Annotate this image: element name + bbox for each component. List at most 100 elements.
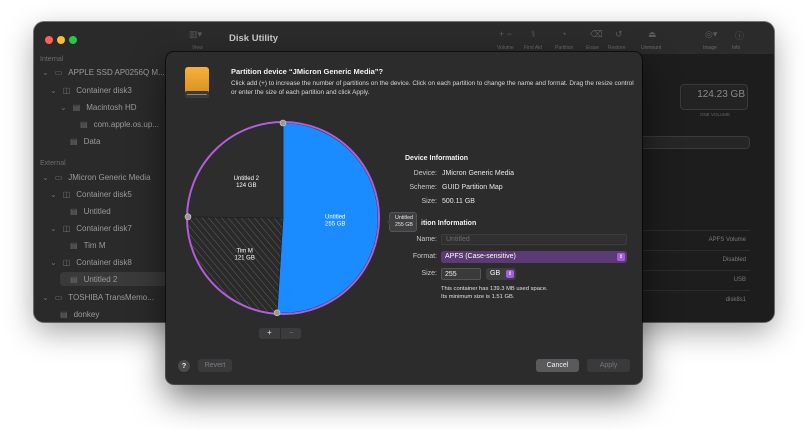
resize-handle[interactable] — [184, 213, 192, 221]
info-value: disk8s1 — [725, 297, 746, 303]
sidebar-item-donkey[interactable]: ▤ donkey — [60, 310, 99, 319]
format-select[interactable]: APFS (Case-sensitive) ⇕ — [441, 251, 627, 263]
sidebar-item-container-disk7[interactable]: ⌄ ◫ Container disk7 — [50, 224, 132, 233]
capacity-value: 124.23 GB — [697, 89, 745, 100]
add-partition-button[interactable]: + — [259, 328, 280, 339]
info-value: APFS Volume — [708, 237, 746, 243]
pie-slice-size: 255 GB — [325, 222, 345, 228]
sidebar-item-macintosh-hd[interactable]: ⌄ ▤ Macintosh HD — [60, 103, 137, 112]
partition-info-header: ition Information — [421, 220, 477, 227]
sidebar-item-apple-ssd[interactable]: ⌄ ▭ APPLE SSD AP0256Q M... — [42, 68, 165, 77]
pie-slice-size: 121 GB — [235, 256, 255, 262]
chevron-down-icon: ⌄ — [50, 258, 57, 267]
sidebar-item-container-disk8[interactable]: ⌄ ◫ Container disk8 — [50, 258, 132, 267]
resize-handle[interactable] — [279, 119, 287, 127]
zoom-window-button[interactable] — [69, 36, 77, 44]
image-icon[interactable]: ◎▾ — [705, 29, 717, 40]
chevron-updown-icon: ⇕ — [617, 253, 625, 261]
pie-slice-size: 124 GB — [236, 183, 256, 189]
note-line: This container has 139.3 MB used space. — [441, 286, 548, 292]
restore-icon[interactable]: ↺ — [615, 29, 623, 40]
sidebar-section-external: External — [40, 160, 66, 167]
chevron-updown-icon: ⇕ — [506, 270, 514, 278]
remove-partition-button[interactable]: − — [280, 328, 302, 339]
add-remove-control: + − — [259, 328, 301, 339]
erase-icon[interactable]: ⌫ — [590, 29, 603, 40]
cancel-button[interactable]: Cancel — [536, 359, 579, 372]
container-usage-note: This container has 139.3 MB used space. … — [441, 285, 548, 301]
volume-icon: ▤ — [70, 241, 78, 250]
chevron-down-icon: ⌄ — [50, 190, 57, 199]
sheet-description: Click add (+) to increase the number of … — [231, 80, 634, 96]
size-key: Size: — [421, 270, 437, 277]
pie-chart-svg[interactable]: Untitled255 GB Tim M121 GB Untitled 2124 G… — [184, 119, 382, 317]
sidebar-section-internal: Internal — [40, 56, 64, 63]
volume-icon: ▤ — [70, 275, 78, 284]
sidebar-item-container-disk3[interactable]: ⌄ ◫ Container disk3 — [50, 86, 132, 95]
toolbar-restore[interactable]: Restore — [608, 45, 626, 51]
sidebar-item-untitled-2[interactable]: ▤ Untitled 2 — [60, 272, 168, 286]
format-key: Format: — [412, 253, 437, 260]
resize-handle[interactable] — [273, 309, 281, 317]
volume-add-remove-icon[interactable]: + − — [499, 29, 512, 39]
pie-slice-untitled-2[interactable] — [187, 122, 284, 219]
name-key: Name: — [416, 236, 437, 243]
tooltip-size: 255 GB — [395, 222, 413, 228]
partition-icon[interactable]: ◔ — [561, 29, 566, 39]
pie-slice-tim-m[interactable] — [187, 216, 284, 314]
toolbar-volume[interactable]: Volume — [497, 45, 514, 51]
drive-icon: ▭ — [54, 293, 63, 302]
partition-sheet: Partition device “JMicron Generic Media”… — [166, 52, 642, 384]
toolbar: ▥▾ View Disk Utility + − Volume ⚕ First … — [175, 22, 774, 55]
volume-icon: ▤ — [70, 137, 78, 146]
help-button[interactable]: ? — [178, 360, 190, 372]
chevron-down-icon: ⌄ — [60, 103, 67, 112]
toolbar-partition[interactable]: Partition — [555, 45, 573, 51]
device-value: JMicron Generic Media — [442, 170, 514, 177]
info-value: USB — [733, 277, 746, 283]
info-value: Disabled — [722, 257, 746, 263]
sidebar-item-toshiba[interactable]: ⌄ ▭ TOSHIBA TransMemo... — [42, 293, 154, 302]
partition-pie-chart[interactable]: Untitled 255 GB Tim M 121 GB Untitled 2 124 G… — [184, 119, 382, 317]
sidebar-item-jmicron[interactable]: ⌄ ▭ JMicron Generic Media — [42, 173, 151, 182]
partition-name-field[interactable]: Untitled — [441, 234, 627, 245]
capacity-label: ONE VOLUME — [699, 112, 730, 117]
pie-slice-label: Untitled 2 — [234, 176, 260, 182]
sidebar-item-tim-m[interactable]: ▤ Tim M — [70, 241, 105, 250]
toolbar-erase[interactable]: Erase — [586, 45, 599, 51]
sheet-title: Partition device “JMicron Generic Media”… — [231, 67, 384, 76]
sidebar-item-untitled[interactable]: ▤ Untitled — [70, 207, 111, 216]
toolbar-unmount[interactable]: Unmount — [641, 45, 661, 51]
container-icon: ◫ — [62, 224, 71, 233]
volume-icon: ▤ — [70, 207, 78, 216]
volume-icon: ▤ — [72, 103, 81, 112]
sidebar-toggle-icon[interactable]: ▥▾ — [189, 29, 202, 40]
container-icon: ◫ — [62, 258, 71, 267]
unmount-icon[interactable]: ⏏ — [648, 29, 657, 40]
sidebar-item-container-disk5[interactable]: ⌄ ◫ Container disk5 — [50, 190, 132, 199]
sidebar-item-data[interactable]: ▤ Data — [70, 137, 100, 146]
sidebar-item-snapshot[interactable]: ▤ com.apple.os.up... — [80, 120, 159, 129]
device-info-header: Device Information — [405, 155, 469, 162]
size-unit-select[interactable]: GB ⇕ — [486, 268, 516, 280]
revert-button[interactable]: Revert — [198, 359, 232, 372]
info-icon[interactable]: ⓘ — [735, 29, 744, 42]
first-aid-icon[interactable]: ⚕ — [531, 29, 536, 40]
scheme-value: GUID Partition Map — [442, 184, 503, 191]
partition-size-field[interactable]: 255 — [441, 268, 481, 280]
chevron-down-icon: ⌄ — [42, 293, 49, 302]
toolbar-info[interactable]: Info — [732, 45, 740, 51]
pie-slice-label: Untitled — [325, 215, 345, 221]
toolbar-first-aid[interactable]: First Aid — [524, 45, 542, 51]
minimize-window-button[interactable] — [57, 36, 65, 44]
apply-button[interactable]: Apply — [587, 359, 630, 372]
toolbar-image[interactable]: Image — [703, 45, 717, 51]
chevron-down-icon: ⌄ — [42, 68, 49, 77]
chevron-down-icon: ⌄ — [42, 173, 49, 182]
container-icon: ◫ — [62, 190, 71, 199]
close-window-button[interactable] — [45, 36, 53, 44]
view-label: View — [192, 45, 203, 51]
partition-tooltip: Untitled 255 GB — [387, 212, 417, 232]
note-line: Its minimum size is 1.51 GB. — [441, 294, 515, 300]
drive-icon: ▭ — [54, 173, 63, 182]
